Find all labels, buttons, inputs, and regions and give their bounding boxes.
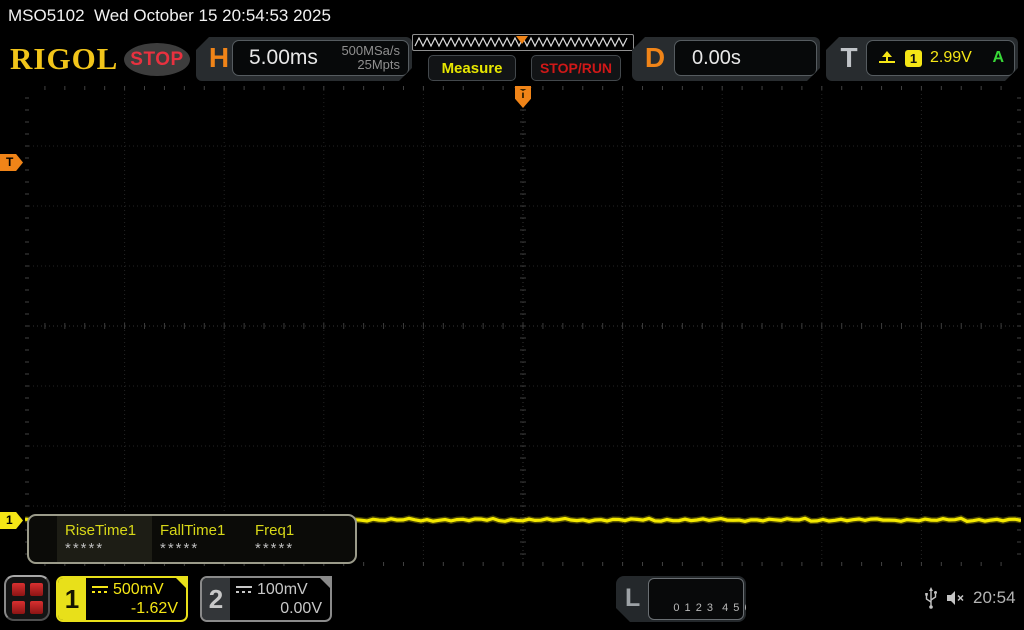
memory-depth: 25Mpts xyxy=(357,57,400,72)
menu-square xyxy=(11,582,25,596)
measure-button[interactable]: Measure xyxy=(428,55,516,81)
oscilloscope-screen: MSO5102 Wed October 15 20:54:53 2025 RIG… xyxy=(0,0,1024,630)
delay-menu[interactable]: D 0.00s xyxy=(632,37,820,81)
channel1-scale: 500mV xyxy=(113,580,164,598)
measurement-value: ***** xyxy=(65,540,105,557)
graticule-grid xyxy=(25,86,1021,566)
channel2-number: 2 xyxy=(202,578,230,620)
trigger-source-badge: 1 xyxy=(905,50,922,67)
windows-menu-icon[interactable] xyxy=(4,575,50,621)
channel1-offset: -1.62V xyxy=(130,600,178,617)
acquisition-rates: 500MSa/s 25Mpts xyxy=(341,44,400,72)
trigger-level-marker[interactable]: T xyxy=(0,154,23,171)
menu-square xyxy=(11,600,25,614)
channel2-status[interactable]: 2 100mV 0.00V xyxy=(200,576,332,622)
acquisition-status-badge: STOP xyxy=(124,43,190,76)
trigger-position-marker[interactable]: T xyxy=(513,86,533,108)
measurement-panel: RiseTime1 ***** FallTime1 ***** Freq1 **… xyxy=(27,514,357,564)
channel1-readouts: 500mV -1.62V xyxy=(88,579,182,619)
clock: 20:54 xyxy=(973,588,1016,607)
measurement-item-freq[interactable]: Freq1 ***** xyxy=(247,516,342,562)
measurement-label: FallTime1 xyxy=(160,522,226,539)
timebase-value: 5.00ms xyxy=(249,46,318,69)
waveform-preview-strip[interactable] xyxy=(412,34,634,51)
delay-value: 0.00s xyxy=(692,46,741,69)
channel1-position-marker[interactable]: 1 xyxy=(0,512,23,529)
title-bar: MSO5102 Wed October 15 20:54:53 2025 xyxy=(0,0,1024,33)
channel1-status[interactable]: 1 500mV -1.62V xyxy=(56,576,188,622)
waveform-display: T T 1 RiseTime1 ***** FallTime1 ***** Fr… xyxy=(0,86,1021,566)
preview-zigzag-icon xyxy=(414,36,628,48)
sample-rate: 500MSa/s xyxy=(341,43,400,58)
channel2-offset: 0.00V xyxy=(280,600,322,617)
measurement-item-risetime[interactable]: RiseTime1 ***** xyxy=(57,516,152,562)
logic-channel-list: 0 1 2 3 4 5 6 7 8 9 10 11 12 13 14 15 xyxy=(648,578,744,620)
horizontal-menu[interactable]: H 5.00ms 500MSa/s 25Mpts xyxy=(196,37,412,81)
dc-coupling-icon xyxy=(92,586,108,593)
trigger-menu[interactable]: T 1 2.99V A xyxy=(826,37,1018,81)
sound-muted-icon xyxy=(947,591,964,605)
status-icons: 20:54 xyxy=(924,586,1016,610)
measurement-item-falltime[interactable]: FallTime1 ***** xyxy=(152,516,247,562)
stop-run-button[interactable]: STOP/RUN xyxy=(531,55,621,81)
logic-channels-row1: 0 1 2 3 4 5 6 7 xyxy=(673,602,763,614)
measurement-value: ***** xyxy=(160,540,200,557)
dc-coupling-icon xyxy=(236,586,252,593)
delay-box: 0.00s xyxy=(674,40,817,76)
channel1-number: 1 xyxy=(58,578,86,620)
measurement-label: RiseTime1 xyxy=(65,522,137,539)
horizontal-box: 5.00ms 500MSa/s 25Mpts xyxy=(232,40,409,76)
channel2-scale: 100mV xyxy=(257,580,308,598)
rigol-logo: RIGOL xyxy=(10,41,119,76)
trigger-label: T xyxy=(840,42,858,73)
horizontal-label: H xyxy=(208,42,230,73)
menu-square xyxy=(29,600,43,614)
trigger-position-chevron-icon xyxy=(514,86,532,93)
trigger-level-value: 2.99V xyxy=(930,49,972,66)
channel2-readouts: 100mV 0.00V xyxy=(232,579,326,619)
system-title: MSO5102 Wed October 15 20:54:53 2025 xyxy=(8,6,331,25)
trigger-slope-icon xyxy=(877,50,897,66)
menu-square xyxy=(29,582,43,596)
logic-analyzer-label: L xyxy=(625,584,641,612)
logic-analyzer-status[interactable]: L 0 1 2 3 4 5 6 7 8 9 10 11 12 13 14 15 xyxy=(616,576,746,622)
delay-label: D xyxy=(644,42,666,73)
trigger-box: 1 2.99V A xyxy=(866,40,1015,76)
measurement-label: Freq1 xyxy=(255,522,295,539)
measurement-value: ***** xyxy=(255,540,295,557)
usb-icon xyxy=(925,587,937,609)
trigger-mode: A xyxy=(992,49,1004,66)
